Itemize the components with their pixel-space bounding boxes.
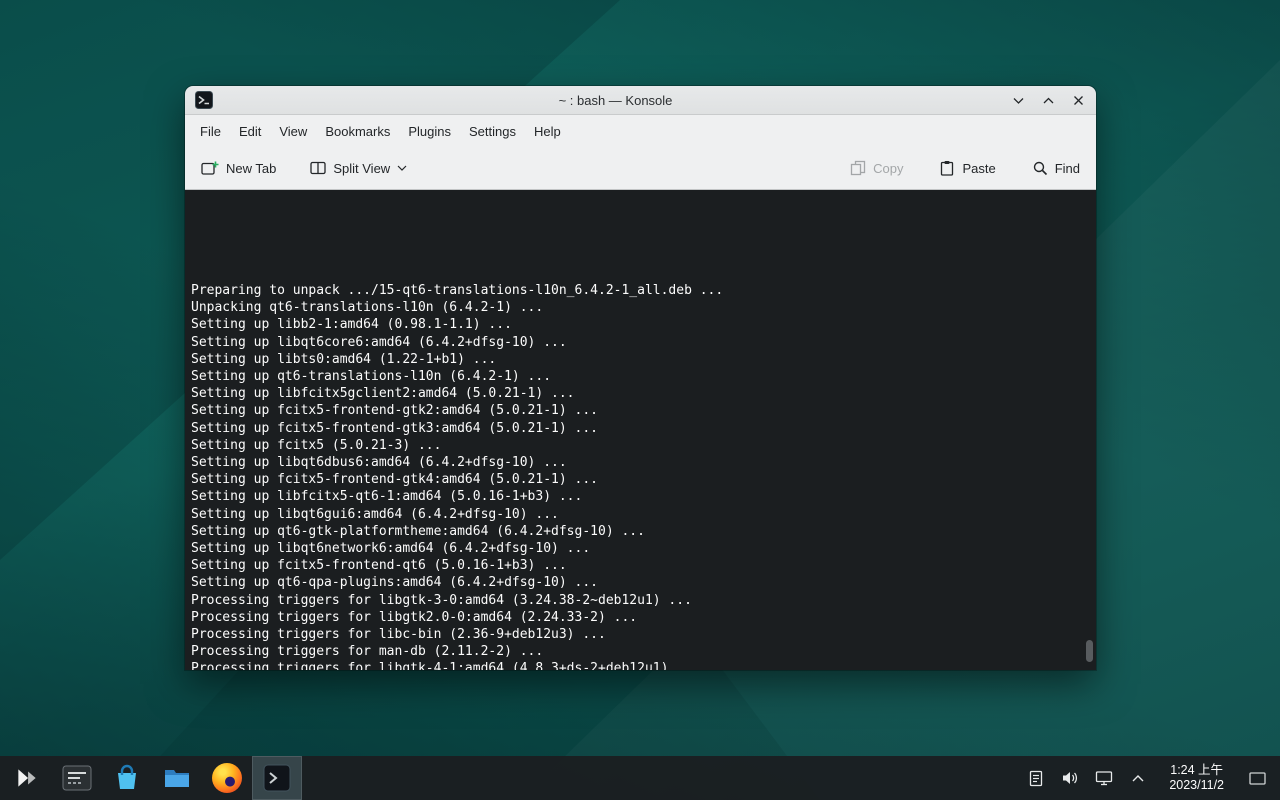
terminal-scrollbar[interactable] [1085,192,1094,668]
paste-icon [939,160,955,176]
copy-button[interactable]: Copy [844,154,909,182]
terminal-line: Setting up libb2-1:amd64 (0.98.1-1.1) ..… [191,316,1082,333]
system-tray: 1:24 上午 2023/11/2 [1027,756,1278,800]
terminal-line: Setting up qt6-translations-l10n (6.4.2-… [191,368,1082,385]
split-view-icon [310,160,326,176]
close-button[interactable] [1070,92,1086,108]
menu-item[interactable]: Settings [460,119,525,144]
terminal-line: Setting up fcitx5-frontend-gtk3:amd64 (5… [191,420,1082,437]
terminal-lines: Preparing to unpack .../15-qt6-translati… [191,230,1082,670]
terminal-line: Setting up libqt6core6:amd64 (6.4.2+dfsg… [191,334,1082,351]
terminal-line: Setting up fcitx5-frontend-gtk2:amd64 (5… [191,402,1082,419]
terminal-line: Setting up libqt6dbus6:amd64 (6.4.2+dfsg… [191,454,1082,471]
clock-widget[interactable]: 1:24 上午 2023/11/2 [1163,763,1230,793]
terminal-line: Setting up libqt6gui6:amd64 (6.4.2+dfsg-… [191,506,1082,523]
discover-icon [112,763,142,793]
find-icon [1032,160,1048,176]
chevron-down-icon [397,165,407,171]
menubar: FileEditViewBookmarksPluginsSettingsHelp [185,115,1096,147]
terminal-line: Processing triggers for man-db (2.11.2-2… [191,643,1082,660]
show-desktop-button[interactable] [1246,756,1268,800]
konsole-window: ~ : bash — Konsole FileEditViewBookmarks… [185,86,1096,670]
find-button[interactable]: Find [1026,154,1086,182]
toolbar: New Tab Split View Copy Paste F [185,147,1096,190]
menu-item[interactable]: View [270,119,316,144]
new-tab-button[interactable]: New Tab [195,154,282,182]
maximize-button[interactable] [1040,92,1056,108]
taskbar: 1:24 上午 2023/11/2 [0,756,1280,800]
clock-date: 2023/11/2 [1169,778,1224,793]
folder-icon [162,763,192,793]
terminal-line: Setting up libqt6network6:amd64 (6.4.2+d… [191,540,1082,557]
terminal-line: Unpacking qt6-translations-l10n (6.4.2-1… [191,299,1082,316]
konsole-app-icon [195,91,213,109]
terminal-line: Processing triggers for libgtk-3-0:amd64… [191,592,1082,609]
menu-item[interactable]: Edit [230,119,270,144]
volume-icon[interactable] [1061,769,1079,787]
minimize-button[interactable] [1010,92,1026,108]
terminal-line: Setting up fcitx5-frontend-gtk4:amd64 (5… [191,471,1082,488]
task-view-icon [62,763,92,793]
split-view-button[interactable]: Split View [304,154,413,182]
terminal-output[interactable]: Preparing to unpack .../15-qt6-translati… [185,190,1096,670]
taskbar-item-discover[interactable] [102,756,152,800]
menu-item[interactable]: File [191,119,230,144]
firefox-icon [212,763,242,793]
terminal-line: Setting up qt6-gtk-platformtheme:amd64 (… [191,523,1082,540]
titlebar[interactable]: ~ : bash — Konsole [185,86,1096,115]
menu-item[interactable]: Plugins [399,119,460,144]
taskbar-item-firefox[interactable] [202,756,252,800]
menu-item[interactable]: Help [525,119,570,144]
clipboard-icon[interactable] [1027,769,1045,787]
terminal-line: Processing triggers for libc-bin (2.36-9… [191,626,1082,643]
terminal-line: Processing triggers for libgtk2.0-0:amd6… [191,609,1082,626]
terminal-line: Preparing to unpack .../15-qt6-translati… [191,282,1082,299]
display-icon[interactable] [1095,769,1113,787]
scrollbar-thumb[interactable] [1086,640,1093,662]
menu-item[interactable]: Bookmarks [316,119,399,144]
konsole-icon [263,764,291,792]
expand-tray-icon[interactable] [1129,769,1147,787]
window-title: ~ : bash — Konsole [221,93,1010,108]
task-view-button[interactable] [52,756,102,800]
terminal-line: Processing triggers for libgtk-4-1:amd64… [191,660,1082,670]
app-launcher-button[interactable] [2,756,52,800]
terminal-line: Setting up qt6-qpa-plugins:amd64 (6.4.2+… [191,574,1082,591]
paste-button[interactable]: Paste [933,154,1001,182]
new-tab-icon [201,160,219,176]
show-desktop-icon [1249,772,1266,785]
terminal-line: Setting up fcitx5-frontend-qt6 (5.0.16-1… [191,557,1082,574]
desktop-wallpaper: ~ : bash — Konsole FileEditViewBookmarks… [0,0,1280,800]
copy-icon [850,160,866,176]
terminal-line: Setting up fcitx5 (5.0.21-3) ... [191,437,1082,454]
taskbar-item-konsole-active[interactable] [252,756,302,800]
terminal-line: Setting up libfcitx5-qt6-1:amd64 (5.0.16… [191,488,1082,505]
taskbar-item-dolphin[interactable] [152,756,202,800]
clock-time: 1:24 上午 [1169,763,1224,778]
terminal-line: Setting up libfcitx5gclient2:amd64 (5.0.… [191,385,1082,402]
app-launcher-icon [14,765,40,791]
terminal-line: Setting up libts0:amd64 (1.22-1+b1) ... [191,351,1082,368]
